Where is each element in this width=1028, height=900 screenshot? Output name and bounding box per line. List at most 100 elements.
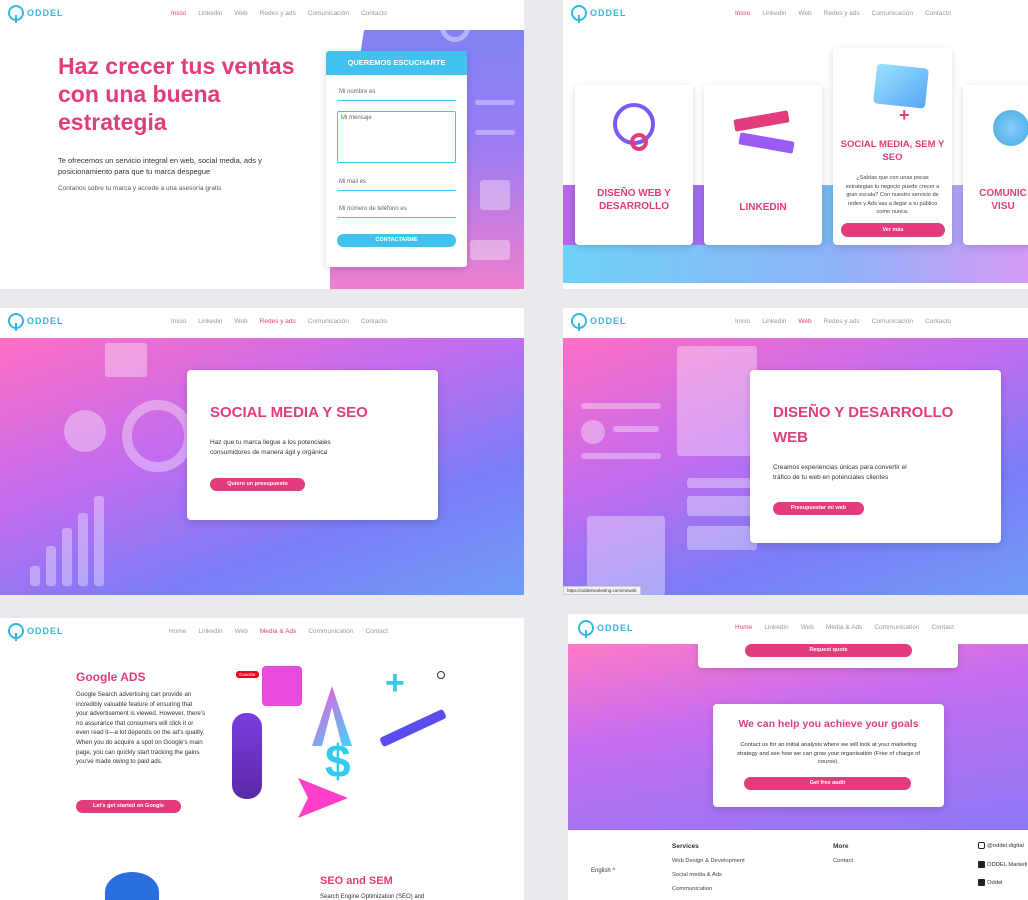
social-card: SOCIAL MEDIA Y SEO Haz que tu marca lleg… — [187, 370, 438, 520]
logo[interactable]: ODDEL — [8, 5, 64, 23]
logo[interactable]: ODDEL — [8, 313, 64, 331]
footer-link[interactable]: Web Design & Development — [672, 858, 745, 864]
logo-icon — [8, 623, 24, 641]
footer-more-heading: More — [833, 843, 849, 850]
seo-title: SEO and SEM — [320, 875, 393, 887]
pin-save-button[interactable]: Guardar — [236, 671, 259, 678]
instagram-link[interactable]: @oddel.digital — [978, 842, 1024, 849]
nav-item[interactable]: Redes y ads — [824, 10, 860, 17]
facebook-link[interactable]: ODDEL Marketi — [978, 861, 1027, 868]
logo[interactable]: ODDEL — [578, 620, 634, 638]
nav-item[interactable]: Inicio — [735, 10, 750, 17]
logo-icon — [8, 313, 24, 331]
service-card-social[interactable]: + SOCIAL MEDIA, SEM Y SEO ¿Sabías que co… — [833, 48, 952, 245]
navbar: ODDEL Inicio Linkedin Web Redes y ads Co… — [0, 308, 524, 338]
card-title: SOCIAL MEDIA, SEM Y SEO — [840, 139, 945, 163]
nav-item[interactable]: Home — [169, 628, 186, 635]
navbar: ODDEL Inicio Linkedin Web Redes y ads Co… — [563, 308, 1028, 338]
web-quote-button[interactable]: Presupuestar mi web — [773, 502, 864, 515]
ads-text: Google Search advertising can provide an… — [76, 691, 206, 766]
status-url: https://oddelmarketing.com/es/web — [563, 586, 641, 595]
footer-link[interactable]: Contact — [833, 858, 853, 864]
nav-item[interactable]: Web — [801, 624, 814, 631]
nav-item[interactable]: Contact — [365, 628, 387, 635]
request-quote-button[interactable]: Request quote — [745, 644, 912, 657]
service-card-web[interactable]: DISEÑO WEB Y DESARROLLO — [575, 85, 693, 245]
web-title: DISEÑO Y DESARROLLO WEB — [773, 404, 954, 446]
language-selector[interactable]: English ^ — [591, 868, 615, 874]
nav-item[interactable]: Linkedin — [198, 10, 222, 17]
nav-item[interactable]: Comunicación — [872, 318, 913, 325]
nav-item[interactable]: Contacto — [925, 10, 951, 17]
footer-services-heading: Services — [672, 843, 699, 850]
nav-item[interactable]: Comunicación — [308, 10, 349, 17]
nav-item[interactable]: Linkedin — [762, 10, 786, 17]
nav-item[interactable]: Web — [798, 318, 811, 325]
card-title: DISEÑO WEB Y DESARROLLO — [597, 188, 671, 212]
nav-item[interactable]: Contacto — [361, 10, 387, 17]
nav-item[interactable]: Redes y ads — [260, 318, 296, 325]
nav-item[interactable]: Web — [234, 10, 247, 17]
see-more-button[interactable]: Ver más — [841, 223, 945, 237]
heart-bubble-icon — [262, 666, 302, 706]
nav-item[interactable]: Inicio — [735, 318, 750, 325]
social-text: Haz que tu marca llegue a los potenciale… — [210, 439, 331, 456]
form-header: QUEREMOS ESCUCHARTE — [326, 51, 467, 75]
navbar: ODDEL Home Linkedin Web Media & Ads Comm… — [0, 618, 524, 648]
nav-item[interactable]: Comunicación — [308, 318, 349, 325]
logo[interactable]: ODDEL — [571, 5, 627, 23]
message-field[interactable]: Mi mensaje — [337, 111, 456, 163]
submit-button[interactable]: CONTACTARME — [337, 234, 456, 247]
nav-item[interactable]: Inicio — [171, 318, 186, 325]
card-text: ¿Sabías que con unas pocas estrategias t… — [845, 175, 940, 215]
card-title: LINKEDIN — [739, 202, 787, 213]
nav-item[interactable]: Contacto — [361, 318, 387, 325]
name-field[interactable]: Mi nombre es — [337, 87, 456, 101]
nav-item[interactable]: Web — [235, 628, 248, 635]
linkedin-link[interactable]: Oddel — [978, 879, 1002, 886]
facebook-icon — [978, 861, 985, 868]
nav-item[interactable]: Linkedin — [198, 628, 222, 635]
arrows-icon — [733, 110, 790, 132]
nav-item[interactable]: Comunicación — [872, 10, 913, 17]
nav-item[interactable]: Redes y ads — [824, 318, 860, 325]
phone-field[interactable]: Mi número de teléfono es — [337, 204, 456, 218]
share-icon[interactable] — [437, 671, 445, 679]
nav-item[interactable]: Communication — [308, 628, 353, 635]
nav-item[interactable]: Media & Ads — [260, 628, 297, 635]
footer-link[interactable]: Communication — [672, 886, 712, 892]
nav-item[interactable]: Contacto — [925, 318, 951, 325]
logo[interactable]: ODDEL — [8, 623, 64, 641]
panel-services: ODDEL Inicio Linkedin Web Redes y ads Co… — [563, 0, 1028, 289]
nav-item[interactable]: Linkedin — [198, 318, 222, 325]
quote-button[interactable]: Quiero un presupuesto — [210, 478, 305, 491]
google-start-button[interactable]: Let's get started on Google — [76, 800, 181, 813]
navbar: ODDEL Home Linkedin Web Media & Ads Comm… — [568, 614, 1028, 644]
nav-item[interactable]: Inicio — [171, 10, 186, 17]
nav-item[interactable]: Redes y ads — [260, 10, 296, 17]
chart-board-icon — [873, 63, 929, 109]
nav-item[interactable]: Communication — [874, 624, 919, 631]
nav-item[interactable]: Contact — [931, 624, 953, 631]
web-text: Creamos experiencias únicas para convert… — [773, 464, 907, 481]
plus-icon: + — [899, 105, 910, 125]
nav-item[interactable]: Linkedin — [764, 624, 788, 631]
goals-card: We can help you achieve your goals Conta… — [713, 704, 944, 807]
service-card-comm[interactable]: COMUNIC VISU — [963, 85, 1028, 245]
nav-item[interactable]: Linkedin — [762, 318, 786, 325]
instagram-icon — [978, 842, 985, 849]
arrows-icon-2 — [738, 132, 795, 154]
logo-icon — [8, 5, 24, 23]
free-audit-button[interactable]: Get free audit — [744, 777, 911, 790]
service-card-linkedin[interactable]: LINKEDIN — [704, 85, 822, 245]
nav-item[interactable]: Home — [735, 624, 752, 631]
footer-link[interactable]: Social media & Ads — [672, 872, 722, 878]
nav-item[interactable]: Media & Ads — [826, 624, 863, 631]
nav-item[interactable]: Web — [798, 10, 811, 17]
mail-field[interactable]: Mi mail es — [337, 177, 456, 191]
logo[interactable]: ODDEL — [571, 313, 627, 331]
play-icon — [64, 410, 106, 452]
hero-note: Contanos sobre tu marca y accede a una a… — [58, 185, 222, 192]
navbar: ODDEL Inicio Linkedin Web Redes y ads Co… — [563, 0, 1028, 30]
nav-item[interactable]: Web — [234, 318, 247, 325]
